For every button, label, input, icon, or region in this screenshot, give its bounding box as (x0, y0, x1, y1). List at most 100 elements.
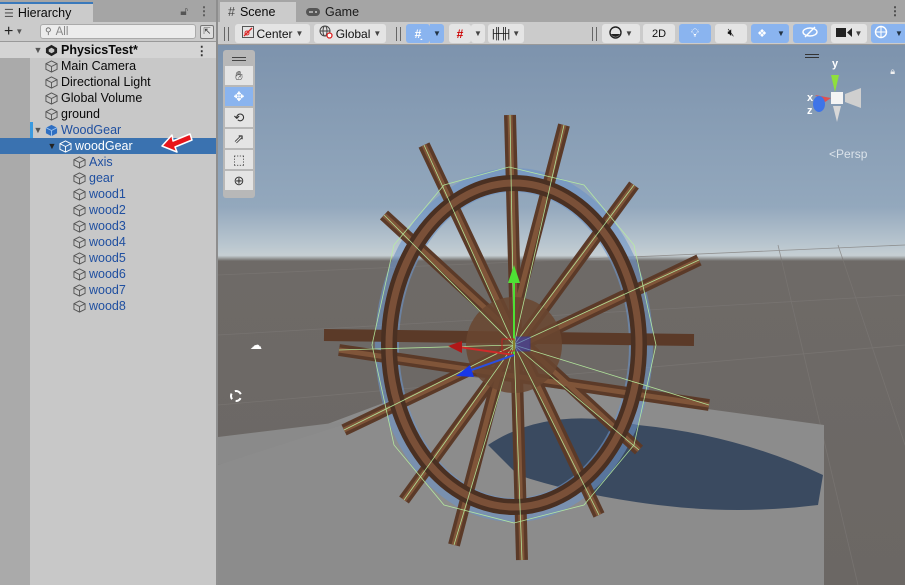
unity-scene-icon (44, 43, 58, 57)
hierarchy-item[interactable]: gear (0, 170, 216, 186)
space-mode-dropdown[interactable]: Global ▼ (314, 24, 386, 43)
unity-editor: ☰ Hierarchy 🔓︎ ⋮ + ▼ ⚲ All ⇱ ▼ PhysicsTe… (0, 0, 905, 585)
search-by-type-button[interactable]: ⇱ (200, 24, 214, 39)
pivot-mode-dropdown[interactable]: Center ▼ (235, 24, 310, 43)
camera-settings-dropdown[interactable]: ▼ (831, 24, 867, 43)
prefab-override-marker (30, 122, 33, 138)
ruler-snap-dropdown[interactable]: |╫╫| ▼ (488, 24, 524, 43)
globe-icon (319, 25, 333, 42)
expand-arrow-icon[interactable]: ▼ (32, 125, 44, 135)
move-tool-button[interactable]: ✥ (225, 87, 253, 106)
hierarchy-item-label: gear (89, 171, 115, 185)
audio-toggle[interactable]: 🔇︎ (715, 24, 747, 43)
list-icon: ☰ (4, 7, 14, 20)
palette-handle[interactable] (225, 52, 253, 66)
hierarchy-item-label: wood1 (89, 187, 126, 201)
axis-gizmo-icon (813, 75, 861, 122)
gameobject-cube-icon (58, 139, 72, 153)
grid-snap-dropdown[interactable]: ▼ (430, 24, 444, 43)
hierarchy-item[interactable]: ground (0, 106, 216, 122)
more-menu-icon[interactable]: ⋮ (198, 4, 210, 19)
y-axis-label: y (832, 58, 839, 70)
effects-toggle[interactable]: ❖ (751, 24, 773, 43)
tab-label: Game (325, 5, 360, 19)
gizmos-toggle[interactable] (871, 24, 891, 43)
expand-arrow-icon[interactable]: ▼ (46, 141, 58, 151)
projection-toggle[interactable]: <Persp (829, 147, 867, 161)
pivot-label: Center (256, 26, 293, 41)
lock-icon[interactable]: 🔒︎ (890, 66, 895, 77)
hierarchy-item[interactable]: wood2 (0, 202, 216, 218)
move-arrows-icon: ✥ (233, 88, 245, 104)
gameobject-cube-icon (72, 299, 86, 313)
expand-arrow-icon[interactable]: ▼ (32, 45, 44, 55)
gameobject-cube-icon (44, 91, 58, 105)
gizmos-dropdown[interactable]: ▼ (891, 24, 905, 43)
hierarchy-item[interactable]: wood1 (0, 186, 216, 202)
speaker-mute-icon: 🔇︎ (727, 27, 735, 39)
tab-scene[interactable]: # Scene (220, 2, 296, 22)
volume-gizmo-icon[interactable] (230, 390, 242, 402)
hierarchy-item[interactable]: wood4 (0, 234, 216, 250)
tab-game[interactable]: Game (298, 2, 367, 22)
more-menu-icon[interactable]: ⋮ (889, 4, 901, 18)
hierarchy-item[interactable]: wood7 (0, 282, 216, 298)
search-placeholder: All (55, 25, 69, 38)
2d-toggle[interactable]: 2D (643, 24, 675, 43)
scene-viewport[interactable]: ✋︎ ✥ ⟲ ⇗ ⬚ ⊕ y x z 🔒︎ <Persp ☁︎ (218, 45, 905, 585)
directional-light-icon[interactable]: ☁︎ (250, 338, 262, 352)
hierarchy-item[interactable]: Global Volume (0, 90, 216, 106)
hierarchy-tree: ▼ PhysicsTest* ⋮ Main Camera Directional … (0, 42, 216, 314)
hierarchy-item[interactable]: wood8 (0, 298, 216, 314)
rotate-tool-button[interactable]: ⟲ (225, 108, 253, 127)
scene-tabbar: # Scene Game ⋮ (218, 0, 905, 22)
transform-tool-button[interactable]: ⊕ (225, 171, 253, 190)
hierarchy-item[interactable]: wood6 (0, 266, 216, 282)
hierarchy-item-label: Global Volume (61, 91, 143, 105)
scene-visibility-toggle[interactable] (793, 24, 827, 43)
orientation-gizmo[interactable]: y x z 🔒︎ <Persp (805, 50, 895, 161)
hierarchy-item[interactable]: Main Camera (0, 58, 216, 74)
gameobject-cube-icon (44, 107, 58, 121)
gameobject-cube-icon (72, 283, 86, 297)
rect-icon: ⬚ (232, 151, 246, 167)
gizmo-globe-icon (874, 25, 888, 42)
rect-tool-button[interactable]: ⬚ (225, 150, 253, 169)
annotation-arrow-icon (161, 133, 193, 153)
prefab-cube-icon (44, 123, 58, 137)
effects-dropdown[interactable]: ▼ (773, 24, 789, 43)
grid-icon: # (228, 5, 235, 19)
lighting-toggle[interactable]: 💡︎ (679, 24, 711, 43)
space-label: Global (335, 26, 371, 41)
x-axis-label: x (807, 92, 814, 104)
hierarchy-item-label: wood2 (89, 203, 126, 217)
increment-snap-dropdown[interactable]: ▼ (471, 24, 485, 43)
scale-tool-button[interactable]: ⇗ (225, 129, 253, 148)
increment-snap-toggle[interactable]: # (449, 24, 471, 43)
tab-hierarchy[interactable]: ☰ Hierarchy (0, 2, 93, 22)
hand-tool-button[interactable]: ✋︎ (225, 66, 253, 85)
lock-icon[interactable]: 🔓︎ (180, 4, 188, 19)
hierarchy-panel: ☰ Hierarchy 🔓︎ ⋮ + ▼ ⚲ All ⇱ ▼ PhysicsTe… (0, 0, 216, 585)
hierarchy-item[interactable]: Axis (0, 154, 216, 170)
toolbar-grip[interactable] (224, 27, 229, 41)
gameobject-cube-icon (44, 75, 58, 89)
hierarchy-item[interactable]: Directional Light (0, 74, 216, 90)
grid-snap-toggle[interactable]: #̣ (406, 24, 430, 43)
hierarchy-item[interactable]: wood3 (0, 218, 216, 234)
hierarchy-item-label: wood8 (89, 299, 126, 313)
hierarchy-item-label: wood3 (89, 219, 126, 233)
hierarchy-item-label: wood5 (89, 251, 126, 265)
scene-menu-icon[interactable]: ⋮ (196, 43, 209, 58)
hierarchy-item-label: ground (61, 107, 100, 121)
hierarchy-item-label: woodGear (75, 139, 133, 153)
create-button[interactable]: + ▼ (0, 23, 32, 41)
hierarchy-item[interactable]: wood5 (0, 250, 216, 266)
draw-mode-dropdown[interactable]: ▼ (602, 24, 640, 43)
search-input[interactable]: ⚲ All (40, 24, 196, 39)
scene-toolbar: Center ▼ Global ▼ #̣ ▼ # ▼ |╫╫| ▼ ▼ 2D 💡︎… (218, 22, 905, 45)
scene-row[interactable]: ▼ PhysicsTest* ⋮ (0, 42, 216, 58)
toolbar-grip[interactable] (592, 27, 597, 41)
hierarchy-toolbar: + ▼ ⚲ All ⇱ (0, 22, 216, 42)
toolbar-grip[interactable] (396, 27, 401, 41)
